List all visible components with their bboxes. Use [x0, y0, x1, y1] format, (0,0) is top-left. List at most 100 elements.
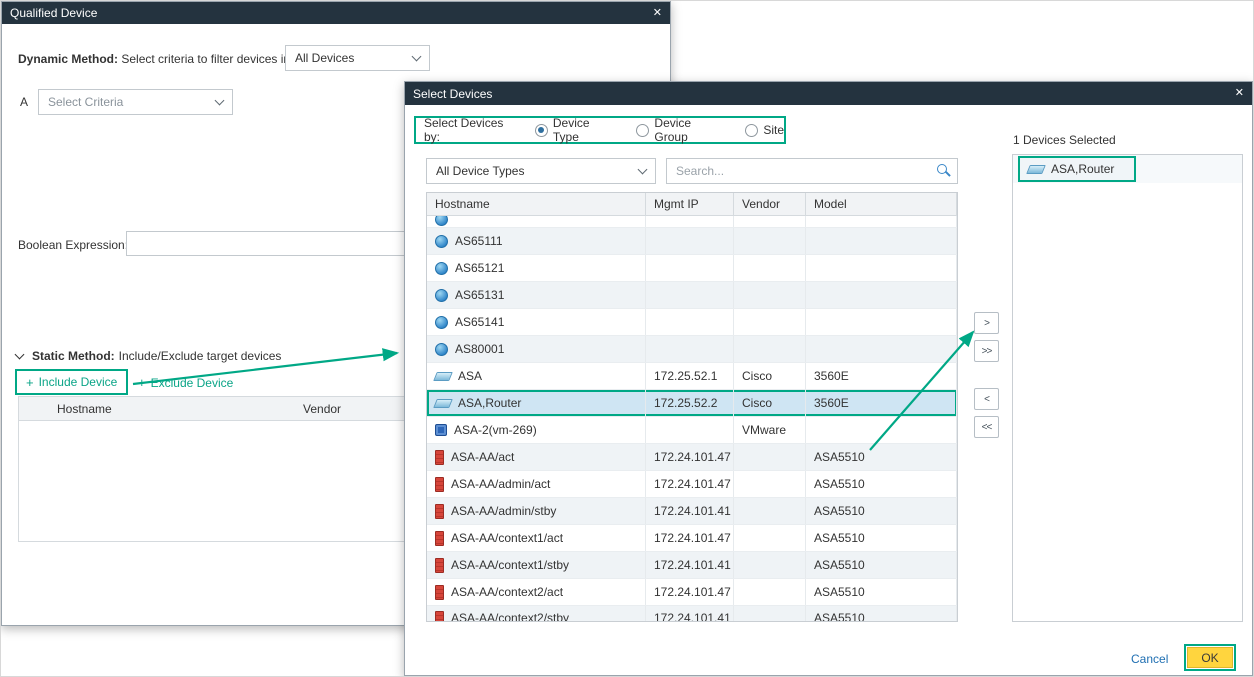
include-device-label: Include Device: [39, 375, 118, 389]
device-type-value: All Device Types: [436, 164, 524, 178]
cell-text: ASA-AA/context1/act: [451, 531, 563, 545]
cell-vendor: Cisco: [734, 390, 806, 416]
search-icon[interactable]: [937, 164, 947, 174]
device-row[interactable]: ASA-AA/context1/act172.24.101.47ASA5510: [427, 525, 957, 552]
move-right-button[interactable]: >: [974, 312, 999, 334]
cell-host: ASA-AA/admin/stby: [427, 498, 646, 524]
cell-ip: 172.25.52.2: [646, 390, 734, 416]
cell-text: ASA,Router: [458, 396, 521, 410]
firewall-icon: [435, 558, 444, 573]
cell-host: ASA-AA/context1/stby: [427, 552, 646, 578]
radio-site[interactable]: Site: [745, 123, 784, 137]
cell-text: 172.24.101.47: [654, 477, 731, 491]
cancel-button[interactable]: Cancel: [1131, 652, 1168, 666]
dynamic-method-description: Select criteria to filter devices in: [121, 52, 290, 66]
device-row[interactable]: AS80001: [427, 336, 957, 363]
cell-vendor: [734, 255, 806, 281]
collapse-caret-icon[interactable]: [15, 349, 25, 359]
device-type-dropdown[interactable]: All Device Types: [426, 158, 656, 184]
cell-vendor: [734, 444, 806, 470]
device-row[interactable]: AS65141: [427, 309, 957, 336]
cell-text: ASA-AA/admin/stby: [451, 504, 556, 518]
include-device-button[interactable]: + Include Device: [15, 369, 128, 395]
cell-text: ASA5510: [814, 558, 865, 572]
plus-icon: +: [26, 375, 34, 390]
radio-icon[interactable]: [636, 124, 649, 137]
device-row[interactable]: ASA-AA/context2/act172.24.101.47ASA5510: [427, 579, 957, 606]
cell-text: AS80001: [455, 342, 504, 356]
cell-ip: [646, 216, 734, 227]
ok-button[interactable]: OK: [1187, 647, 1233, 668]
static-method-row: Static Method: Include/Exclude target de…: [16, 349, 281, 363]
device-row[interactable]: ASA172.25.52.1Cisco3560E: [427, 363, 957, 390]
radio-device-group[interactable]: Device Group: [636, 116, 725, 144]
radio-label: Device Group: [654, 116, 725, 144]
cell-text: 3560E: [814, 396, 849, 410]
cell-ip: 172.24.101.47: [646, 444, 734, 470]
device-row[interactable]: ASA-AA/act172.24.101.47ASA5510: [427, 444, 957, 471]
switch-icon: [1026, 165, 1046, 174]
column-header-vendor: Vendor: [303, 402, 341, 416]
select-devices-by-label: Select Devices by:: [424, 116, 521, 144]
device-row[interactable]: AS65121: [427, 255, 957, 282]
close-icon[interactable]: ✕: [1235, 88, 1244, 99]
selected-devices-list: ASA,Router: [1012, 154, 1243, 622]
radio-label: Site: [763, 123, 784, 137]
cell-ip: [646, 255, 734, 281]
globe-icon: [435, 216, 448, 226]
cell-text: 172.24.101.47: [654, 531, 731, 545]
select-criteria-dropdown[interactable]: Select Criteria: [38, 89, 233, 115]
search-input[interactable]: [666, 158, 958, 184]
static-method-description: Include/Exclude target devices: [119, 349, 282, 363]
firewall-icon: [435, 504, 444, 519]
device-row[interactable]: ASA-AA/admin/act172.24.101.47ASA5510: [427, 471, 957, 498]
cell-model: ASA5510: [806, 552, 957, 578]
cell-vendor: [734, 498, 806, 524]
cell-model: ASA5510: [806, 471, 957, 497]
cell-text: ASA5510: [814, 477, 865, 491]
globe-icon: [435, 235, 448, 248]
device-row[interactable]: ASA-2(vm-269)VMware: [427, 417, 957, 444]
selected-device-chip[interactable]: ASA,Router: [1018, 156, 1136, 182]
cell-ip: 172.24.101.41: [646, 552, 734, 578]
device-row[interactable]: ASA,Router 172.25.52.2Cisco 3560E: [427, 390, 957, 417]
cell-vendor: [734, 309, 806, 335]
cell-vendor: [734, 579, 806, 605]
radio-device-type[interactable]: Device Type: [535, 116, 617, 144]
selected-device-item[interactable]: ASA,Router: [1013, 155, 1242, 183]
chevron-down-icon: [412, 51, 422, 61]
close-icon[interactable]: ✕: [653, 8, 662, 19]
vm-icon: [435, 424, 447, 436]
device-scope-dropdown[interactable]: All Devices: [285, 45, 430, 71]
globe-icon: [435, 343, 448, 356]
radio-icon[interactable]: [745, 124, 758, 137]
device-row[interactable]: [427, 216, 957, 228]
cell-host: AS65141: [427, 309, 646, 335]
cell-text: Cisco: [742, 369, 772, 383]
static-method-title: Static Method:: [32, 349, 115, 363]
cell-text: AS65141: [455, 315, 504, 329]
device-row[interactable]: ASA-AA/context2/stby172.24.101.41ASA5510: [427, 606, 957, 622]
device-row[interactable]: AS65131: [427, 282, 957, 309]
device-row[interactable]: ASA-AA/context1/stby 172.24.101.41 ASA5510: [427, 552, 957, 579]
screen: Qualified Device ✕ Dynamic Method: Selec…: [0, 0, 1254, 677]
cell-host: ASA-AA/context2/act: [427, 579, 646, 605]
selected-device-label: ASA,Router: [1051, 162, 1114, 176]
exclude-device-button[interactable]: + Exclude Device: [138, 375, 233, 390]
cell-text: ASA5510: [814, 585, 865, 599]
radio-icon[interactable]: [535, 124, 548, 137]
cell-text: 172.24.101.47: [654, 450, 731, 464]
move-left-button[interactable]: <: [974, 388, 999, 410]
switch-icon: [433, 399, 453, 408]
cell-model: [806, 216, 957, 227]
move-all-right-button[interactable]: >>: [974, 340, 999, 362]
move-all-left-button[interactable]: <<: [974, 416, 999, 438]
select-devices-dialog: Select Devices ✕ Select Devices by: Devi…: [404, 81, 1253, 676]
cell-vendor: [734, 525, 806, 551]
cell-model: ASA5510: [806, 606, 957, 622]
cell-text: ASA-AA/context1/stby: [451, 558, 569, 572]
firewall-icon: [435, 477, 444, 492]
device-row[interactable]: AS65111: [427, 228, 957, 255]
radio-label: Device Type: [553, 116, 617, 144]
device-row[interactable]: ASA-AA/admin/stby172.24.101.41ASA5510: [427, 498, 957, 525]
